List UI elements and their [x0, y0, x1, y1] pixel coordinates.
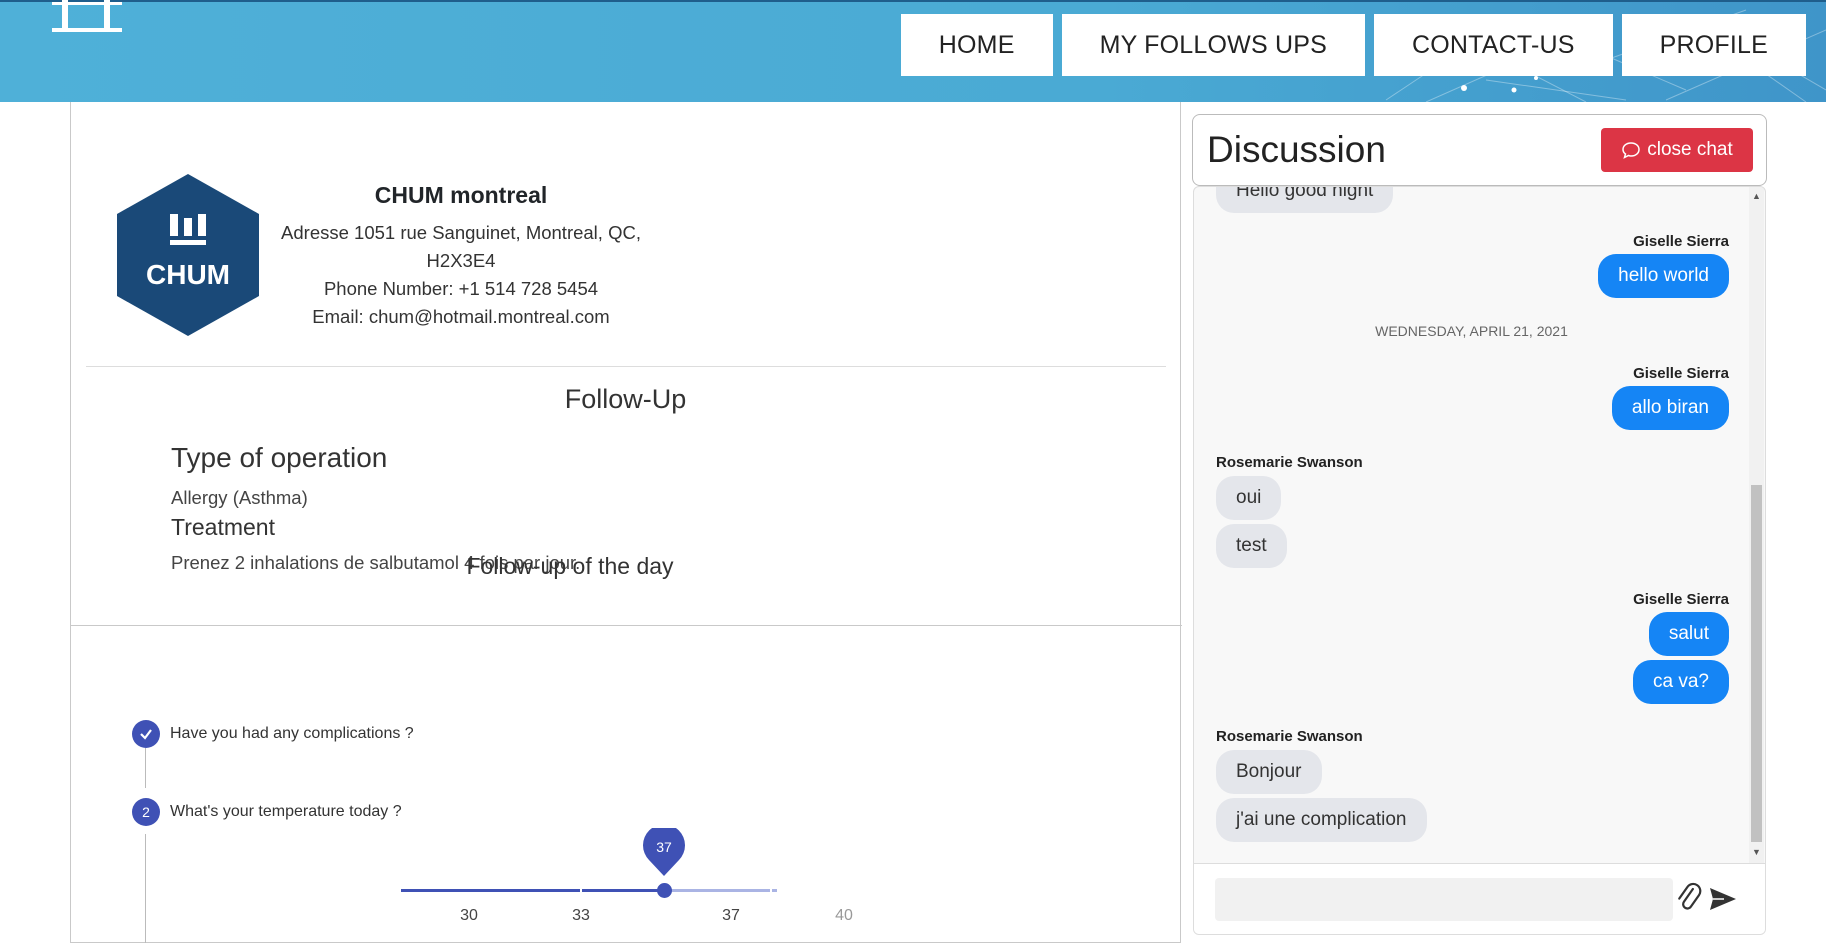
slider-fill — [401, 889, 663, 892]
step-label: Have you had any complications ? — [170, 725, 414, 742]
slider-value-label: 37 — [656, 839, 672, 855]
hospital-phone: Phone Number: +1 514 728 5454 — [323, 278, 599, 299]
scroll-up-arrow[interactable]: ▲ — [1749, 189, 1764, 203]
scroll-thumb[interactable] — [1751, 485, 1762, 842]
message-bubble-outgoing: salut — [1648, 612, 1729, 656]
slider-tick-label: 40 — [835, 907, 853, 924]
step-label: What's your temperature today ? — [170, 803, 402, 820]
operation-label: Type of operation — [171, 442, 388, 473]
message-input[interactable] — [1215, 878, 1673, 921]
hospital-info: CHUM CHUM montreal Adresse 1051 rue Sang… — [71, 102, 1180, 367]
chat-input-area — [1194, 863, 1765, 934]
paperclip-icon[interactable] — [1672, 878, 1704, 914]
message-sender: Giselle Sierra — [1633, 365, 1729, 382]
top-header: HOME MY FOLLOWS UPS CONTACT-US PROFILE — [0, 0, 1826, 102]
main-nav: HOME MY FOLLOWS UPS CONTACT-US PROFILE — [900, 14, 1806, 76]
message-bubble-outgoing: hello world — [1598, 254, 1729, 298]
message-sender: Giselle Sierra — [1633, 591, 1729, 608]
message-sender: Rosemarie Swanson — [1216, 454, 1363, 471]
step-temperature[interactable]: 2 What's your temperature today ? — [132, 798, 402, 826]
send-icon[interactable] — [1708, 884, 1738, 914]
follow-up-title: Follow-Up — [564, 384, 687, 414]
nav-my-follow-ups[interactable]: MY FOLLOWS UPS — [1061, 14, 1365, 76]
slider-tick-label: 37 — [722, 907, 740, 924]
slider-tick-label: 33 — [572, 907, 590, 924]
step-number: 2 — [132, 798, 160, 826]
close-chat-label: close chat — [1647, 139, 1733, 160]
check-icon — [132, 720, 160, 748]
message-bubble-outgoing: allo biran — [1611, 386, 1729, 430]
chat-header: Discussion close chat — [1192, 114, 1767, 186]
hospital-details: CHUM montreal Adresse 1051 rue Sanguinet… — [281, 182, 641, 331]
svg-text:CHUM: CHUM — [146, 259, 230, 290]
step-complications[interactable]: Have you had any complications ? — [132, 720, 414, 748]
message-sender: Giselle Sierra — [1633, 233, 1729, 250]
message-bubble-incoming: Bonjour — [1216, 750, 1322, 794]
slider-tick-label: 30 — [460, 907, 478, 924]
chat-title: Discussion — [1207, 129, 1386, 170]
message-sender: Rosemarie Swanson — [1216, 728, 1363, 745]
message-bubble-incoming: Hello good night — [1216, 187, 1394, 213]
message-bubble-incoming: test — [1216, 524, 1287, 568]
message-bubble-outgoing: ca va? — [1633, 660, 1729, 704]
section-divider — [71, 625, 1182, 626]
slider-tick-mark — [580, 889, 582, 892]
stepper-line — [145, 834, 146, 943]
hospital-name: CHUM montreal — [374, 182, 548, 208]
nav-home[interactable]: HOME — [900, 14, 1053, 76]
date-separator: WEDNESDAY, APRIL 21, 2021 — [1375, 323, 1568, 339]
slider-tick-mark — [770, 889, 772, 892]
message-bubble-incoming: j'ai une complication — [1216, 798, 1427, 842]
hospital-logo: CHUM — [117, 174, 259, 336]
day-title: Follow-up of the day — [466, 553, 674, 579]
logo-icon[interactable] — [48, 0, 128, 40]
hospital-email: Email: chum@hotmail.montreal.com — [312, 306, 610, 327]
chat-bubble-icon — [1622, 142, 1640, 159]
stepper-line — [145, 748, 146, 788]
operation-value: Allergy (Asthma) — [171, 487, 308, 508]
slider-thumb[interactable] — [657, 883, 672, 898]
chat-scrollbar[interactable]: ▲ ▼ — [1749, 187, 1764, 863]
message-list[interactable]: Hello good night Giselle Sierra hello wo… — [1194, 187, 1749, 863]
treatment-label: Treatment — [171, 514, 275, 540]
nav-profile[interactable]: PROFILE — [1621, 14, 1806, 76]
nav-contact-us[interactable]: CONTACT-US — [1373, 14, 1613, 76]
chat-box: Hello good night Giselle Sierra hello wo… — [1193, 186, 1766, 935]
hospital-address: Adresse 1051 rue Sanguinet, Montreal, QC… — [281, 222, 641, 271]
scroll-down-arrow[interactable]: ▼ — [1749, 845, 1764, 859]
close-chat-button[interactable]: close chat — [1601, 128, 1753, 172]
divider — [86, 366, 1166, 367]
message-bubble-incoming: oui — [1216, 476, 1282, 520]
